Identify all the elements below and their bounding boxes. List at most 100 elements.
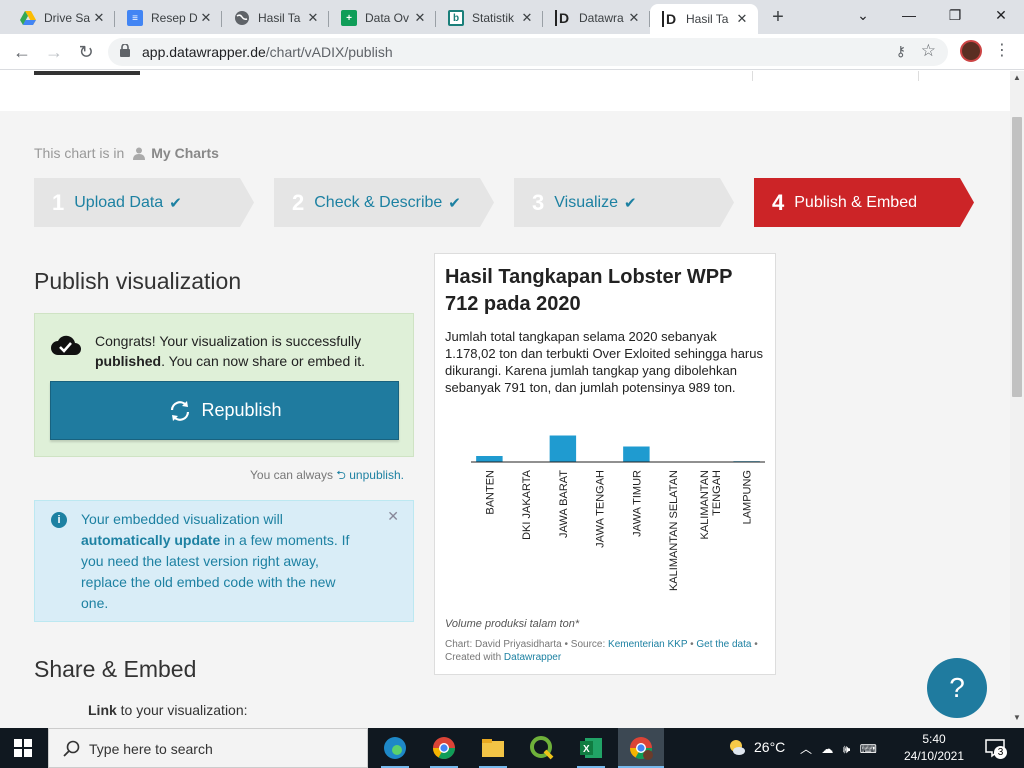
file-explorer-icon[interactable] bbox=[479, 734, 507, 762]
system-tray[interactable]: ︿ ☁ 🕪 ⌨ bbox=[800, 740, 877, 757]
cloud-check-icon bbox=[51, 335, 81, 355]
user-icon bbox=[133, 147, 146, 160]
browser-tab-strip: Drive Sa ✕ ≡ Resep D ✕ Hasil Ta ✕ + Data… bbox=[0, 0, 1024, 34]
google-sheets-icon: + bbox=[341, 10, 357, 26]
x-tick-label: BANTEN bbox=[484, 470, 496, 515]
get-data-link[interactable]: Get the data bbox=[696, 639, 751, 650]
step-number: 4 bbox=[772, 189, 785, 215]
browser-menu-icon[interactable]: ⋮ bbox=[992, 39, 1012, 63]
help-button[interactable]: ? bbox=[927, 658, 987, 718]
excel-icon[interactable]: X bbox=[577, 734, 605, 762]
x-tick-label: JAWA TENGAH bbox=[595, 470, 607, 548]
close-tab-icon[interactable]: ✕ bbox=[412, 10, 428, 26]
step-upload-data[interactable]: 1 Upload Data ✔ bbox=[34, 178, 254, 227]
scroll-up-icon[interactable]: ▲ bbox=[1013, 73, 1021, 82]
chart-preview: Hasil Tangkapan Lobster WPP 712 pada 202… bbox=[434, 253, 776, 675]
unpublish-hint: You can always ⮌ unpublish. bbox=[250, 468, 404, 482]
unpublish-link[interactable]: unpublish. bbox=[349, 468, 404, 482]
chart-note: Volume produksi talam ton* bbox=[445, 618, 580, 630]
show-hidden-icons-icon[interactable]: ︿ bbox=[800, 742, 812, 756]
breadcrumb-prefix: This chart is in bbox=[34, 145, 125, 161]
minimize-window-icon[interactable]: — bbox=[886, 0, 932, 30]
info-icon: i bbox=[51, 512, 67, 528]
active-chrome-app[interactable] bbox=[618, 728, 664, 768]
chart-description: Jumlah total tangkapan selama 2020 seban… bbox=[445, 329, 763, 395]
step-label: Check & Describe bbox=[314, 193, 443, 211]
datawrapper-icon: D bbox=[662, 11, 678, 27]
windows-taskbar: Type here to search X 26°C ︿ ☁ 🕪 ⌨ 5:40 … bbox=[0, 728, 1024, 768]
back-arrow-icon[interactable]: ← bbox=[8, 38, 36, 66]
browser-tab-sheets[interactable]: + Data Ov ✕ bbox=[329, 4, 436, 32]
breadcrumb: This chart is in My Charts bbox=[34, 145, 219, 161]
browser-tab-active[interactable]: D Hasil Ta ✕ bbox=[650, 4, 758, 34]
windows-start-icon[interactable] bbox=[14, 739, 32, 757]
close-window-icon[interactable]: ✕ bbox=[978, 0, 1024, 30]
browser-tab-statistik[interactable]: b Statistik ✕ bbox=[436, 4, 543, 32]
address-bar[interactable]: app.datawrapper.de/chart/vADIX/publish ⚷… bbox=[108, 38, 948, 66]
restore-window-icon[interactable]: ❐ bbox=[932, 0, 978, 30]
taskbar-clock[interactable]: 5:40 24/10/2021 bbox=[900, 731, 968, 765]
close-tab-icon[interactable]: ✕ bbox=[91, 10, 107, 26]
volume-icon[interactable]: 🕪 bbox=[843, 742, 851, 756]
browser-tab-docs[interactable]: ≡ Resep D ✕ bbox=[115, 4, 222, 32]
step-number: 3 bbox=[532, 189, 545, 215]
notification-center-icon[interactable]: 3 bbox=[984, 737, 1007, 759]
close-tab-icon[interactable]: ✕ bbox=[626, 10, 642, 26]
reload-icon[interactable]: ↻ bbox=[72, 38, 100, 66]
svg-text:X: X bbox=[583, 744, 590, 755]
key-icon[interactable]: ⚷ bbox=[896, 43, 906, 60]
browser-tab-drive[interactable]: Drive Sa ✕ bbox=[8, 4, 115, 32]
tab-title: Data Ov bbox=[365, 11, 410, 25]
step-publish-embed[interactable]: 4 Publish & Embed bbox=[754, 178, 974, 227]
taskbar-search-box[interactable]: Type here to search bbox=[48, 728, 368, 768]
forward-arrow-icon[interactable]: → bbox=[40, 38, 68, 66]
step-label: Upload Data bbox=[74, 193, 164, 211]
close-tab-icon[interactable]: ✕ bbox=[198, 10, 214, 26]
chart-footer: Chart: David Priyasidharta • Source: Kem… bbox=[445, 639, 758, 663]
close-tab-icon[interactable]: ✕ bbox=[305, 10, 321, 26]
page-header-strip bbox=[0, 71, 1010, 111]
chrome-icon[interactable] bbox=[430, 734, 458, 762]
undo-arrow-icon: ⮌ bbox=[336, 468, 350, 482]
scrollbar-thumb[interactable] bbox=[1012, 117, 1022, 397]
browser-tab-datawrapper[interactable]: D Datawra ✕ bbox=[543, 4, 650, 32]
close-tab-icon[interactable]: ✕ bbox=[519, 10, 535, 26]
close-alert-icon[interactable]: ✕ bbox=[387, 508, 399, 525]
step-visualize[interactable]: 3 Visualize ✔ bbox=[514, 178, 734, 227]
share-embed-heading: Share & Embed bbox=[34, 656, 197, 682]
search-icon bbox=[63, 740, 80, 757]
republish-button[interactable]: Republish bbox=[50, 381, 399, 440]
bar-chart: BANTEN DKI JAKARTA JAWA BARAT JAWA TENGAH JA… bbox=[471, 435, 765, 591]
close-tab-icon[interactable]: ✕ bbox=[734, 11, 750, 27]
qgis-icon[interactable] bbox=[528, 734, 556, 762]
step-number: 2 bbox=[292, 189, 305, 215]
x-tick-label: JAWA BARAT bbox=[558, 470, 570, 538]
browser-tab-globe[interactable]: Hasil Ta ✕ bbox=[222, 4, 329, 32]
x-tick-label: TENGAH bbox=[711, 470, 723, 516]
x-tick-label: KALIMANTAN bbox=[699, 470, 711, 540]
bar-banten bbox=[476, 456, 503, 462]
tab-search-chevron-icon[interactable]: ⌄ bbox=[840, 0, 886, 30]
x-tick-label: DKI JAKARTA bbox=[521, 469, 533, 540]
scroll-down-icon[interactable]: ▼ bbox=[1013, 713, 1021, 722]
temperature: 26°C bbox=[754, 739, 786, 755]
profile-avatar[interactable] bbox=[960, 40, 982, 62]
keyboard-icon[interactable]: ⌨ bbox=[860, 742, 877, 756]
page-scrollbar[interactable]: ▲ ▼ bbox=[1010, 71, 1024, 728]
step-check-describe[interactable]: 2 Check & Describe ✔ bbox=[274, 178, 494, 227]
weather-widget[interactable]: 26°C bbox=[728, 738, 785, 756]
new-tab-button[interactable]: + bbox=[767, 6, 789, 28]
source-link[interactable]: Kementerian KKP bbox=[608, 639, 687, 650]
step-label: Publish & Embed bbox=[794, 193, 917, 211]
edge-icon[interactable] bbox=[381, 734, 409, 762]
bookmark-star-icon[interactable]: ☆ bbox=[921, 41, 936, 61]
checkmark-icon: ✔ bbox=[448, 194, 461, 212]
cloud-icon[interactable]: ☁ bbox=[821, 742, 833, 756]
datawrapper-link[interactable]: Datawrapper bbox=[504, 652, 561, 663]
browser-toolbar: ← → ↻ app.datawrapper.de/chart/vADIX/pub… bbox=[0, 34, 1024, 70]
lock-icon bbox=[120, 44, 130, 57]
tab-title: Datawra bbox=[579, 11, 624, 25]
step-number: 1 bbox=[52, 189, 65, 215]
breadcrumb-folder[interactable]: My Charts bbox=[151, 145, 219, 161]
google-docs-icon: ≡ bbox=[127, 10, 143, 26]
